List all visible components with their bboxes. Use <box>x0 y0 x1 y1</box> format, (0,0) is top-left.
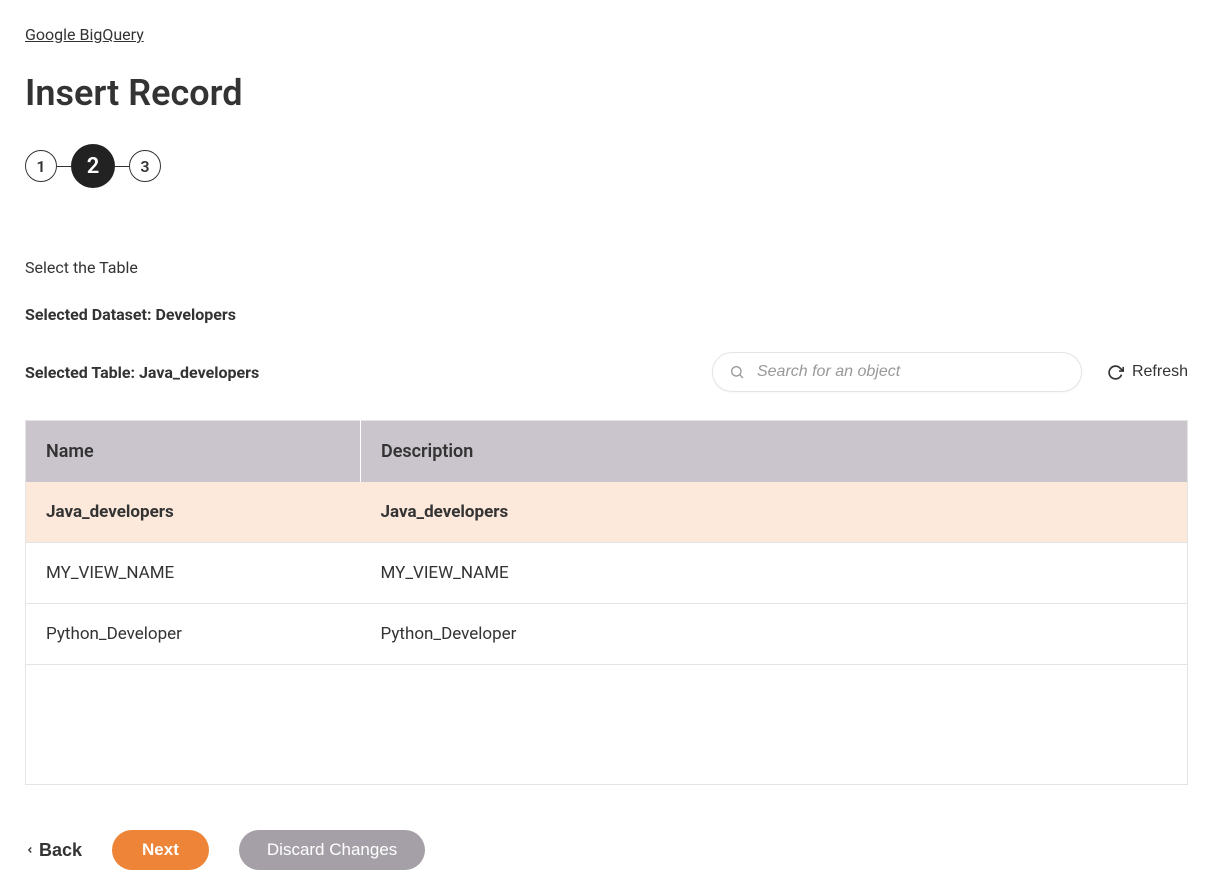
page-title: Insert Record <box>25 72 1188 114</box>
table-empty-area <box>25 665 1188 785</box>
cell-description: Python_Developer <box>361 604 1188 665</box>
next-button[interactable]: Next <box>112 830 209 870</box>
step-2[interactable]: 2 <box>71 144 115 188</box>
cell-description: MY_VIEW_NAME <box>361 543 1188 604</box>
back-button[interactable]: Back <box>25 840 82 861</box>
step-connector <box>115 166 129 167</box>
step-1[interactable]: 1 <box>25 150 57 182</box>
search-box[interactable] <box>712 352 1082 392</box>
tables-list: Name Description Java_developers Java_de… <box>25 420 1188 665</box>
back-label: Back <box>39 840 82 861</box>
cell-name: Python_Developer <box>26 604 361 665</box>
chevron-left-icon <box>25 843 35 857</box>
discard-button[interactable]: Discard Changes <box>239 830 425 870</box>
step-3[interactable]: 3 <box>129 150 161 182</box>
search-input[interactable] <box>757 363 1065 381</box>
cell-name: MY_VIEW_NAME <box>26 543 361 604</box>
instruction-text: Select the Table <box>25 258 1188 277</box>
table-row[interactable]: Python_Developer Python_Developer <box>26 604 1188 665</box>
selected-table-label: Selected Table: Java_developers <box>25 363 259 382</box>
table-row[interactable]: Java_developers Java_developers <box>26 482 1188 543</box>
step-connector <box>57 166 71 167</box>
refresh-button[interactable]: Refresh <box>1107 363 1188 381</box>
stepper: 1 2 3 <box>25 144 1188 188</box>
refresh-icon <box>1107 364 1124 381</box>
cell-name: Java_developers <box>26 482 361 543</box>
breadcrumb-link[interactable]: Google BigQuery <box>25 25 144 44</box>
search-icon <box>729 364 745 380</box>
column-header-name: Name <box>26 421 361 483</box>
table-row[interactable]: MY_VIEW_NAME MY_VIEW_NAME <box>26 543 1188 604</box>
selected-dataset-label: Selected Dataset: Developers <box>25 305 1188 324</box>
column-header-description: Description <box>361 421 1188 483</box>
refresh-label: Refresh <box>1132 363 1188 381</box>
cell-description: Java_developers <box>361 482 1188 543</box>
footer-buttons: Back Next Discard Changes <box>25 830 1188 870</box>
